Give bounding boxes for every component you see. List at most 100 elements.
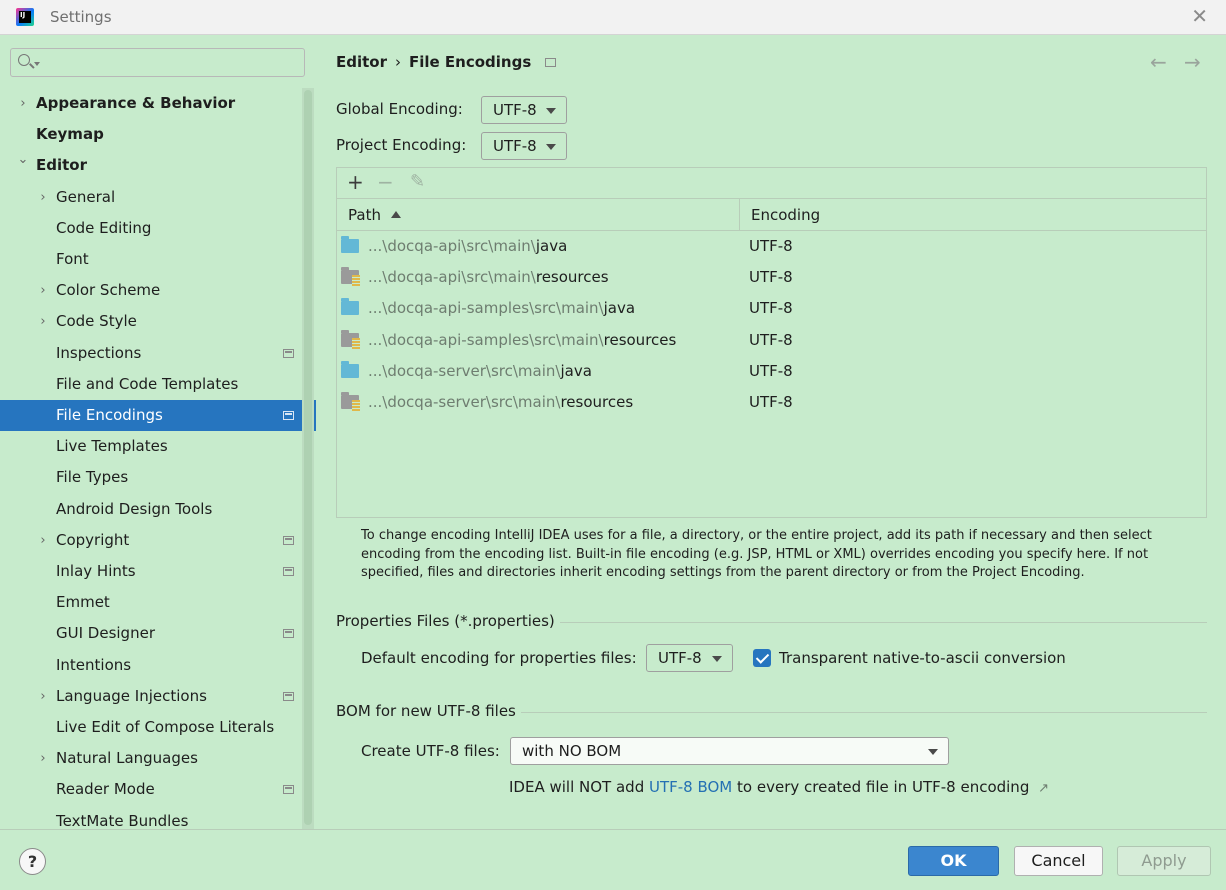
ok-button[interactable]: OK [908, 846, 999, 876]
forward-arrow-icon[interactable]: → [1184, 50, 1201, 74]
add-icon[interactable]: + [347, 172, 364, 192]
project-encoding-dropdown[interactable]: UTF-8 [481, 132, 567, 160]
transparent-conversion-label[interactable]: Transparent native-to-ascii conversion [779, 649, 1066, 667]
chevron-down-icon [712, 656, 722, 662]
chevron-right-icon[interactable]: › [16, 88, 30, 119]
remove-icon[interactable]: − [377, 172, 394, 192]
sidebar-item-label: Code Editing [56, 219, 152, 237]
path-cell: ...\docqa-api\src\main\resources [368, 262, 609, 293]
encoding-cell[interactable]: UTF-8 [749, 387, 793, 418]
sidebar-item-inlay-hints[interactable]: Inlay Hints [0, 556, 316, 587]
create-utf8-dropdown[interactable]: with NO BOM [510, 737, 949, 765]
sidebar-item-label: Editor [36, 156, 87, 174]
sidebar-item-file-encodings[interactable]: File Encodings [0, 400, 316, 431]
table-row[interactable]: ...\docqa-server\src\main\java UTF-8 [337, 356, 1206, 387]
path-prefix: ...\docqa-api\src\main\ [368, 237, 536, 255]
column-header-path-label: Path [348, 206, 381, 224]
sidebar-item-label: Live Edit of Compose Literals [56, 718, 275, 736]
chevron-right-icon[interactable]: › [36, 182, 50, 213]
sidebar-item-gui-designer[interactable]: GUI Designer [0, 618, 316, 649]
sidebar-item-intentions[interactable]: Intentions [0, 650, 316, 681]
source-folder-icon [341, 236, 359, 253]
sidebar-item-reader-mode[interactable]: Reader Mode [0, 774, 316, 805]
sidebar-item-label: Appearance & Behavior [36, 94, 236, 112]
table-row[interactable]: ...\docqa-api-samples\src\main\java UTF-8 [337, 293, 1206, 324]
breadcrumb-current: File Encodings [409, 53, 532, 71]
sidebar-item-editor[interactable]: ⌄ Editor [0, 150, 316, 181]
sidebar-item-emmet[interactable]: Emmet [0, 587, 316, 618]
project-encoding-label: Project Encoding: [336, 136, 467, 154]
encoding-cell[interactable]: UTF-8 [749, 262, 793, 293]
close-icon[interactable]: ✕ [1191, 6, 1208, 26]
edit-icon[interactable]: ✎ [410, 172, 425, 192]
search-history-dropdown-icon[interactable] [34, 62, 40, 66]
bom-section-title: BOM for new UTF-8 files [336, 702, 516, 720]
global-encoding-label: Global Encoding: [336, 100, 463, 118]
properties-default-encoding-label: Default encoding for properties files: [361, 649, 637, 667]
sidebar-item-color-scheme[interactable]: › Color Scheme [0, 275, 316, 306]
table-row[interactable]: ...\docqa-api-samples\src\main\resources… [337, 325, 1206, 356]
table-toolbar: + − ✎ [337, 168, 1206, 199]
table-row[interactable]: ...\docqa-api\src\main\resources UTF-8 [337, 262, 1206, 293]
project-level-icon [283, 411, 294, 420]
chevron-right-icon[interactable]: › [36, 306, 50, 337]
global-encoding-dropdown[interactable]: UTF-8 [481, 96, 567, 124]
help-button[interactable]: ? [19, 848, 46, 875]
path-name: resources [603, 331, 677, 349]
encoding-cell[interactable]: UTF-8 [749, 356, 793, 387]
sidebar-item-copyright[interactable]: › Copyright [0, 525, 316, 556]
sidebar-item-label: File and Code Templates [56, 375, 239, 393]
search-input[interactable] [10, 48, 305, 77]
properties-encoding-dropdown[interactable]: UTF-8 [646, 644, 733, 672]
sidebar-item-textmate-bundles[interactable]: TextMate Bundles [0, 806, 316, 829]
chevron-right-icon[interactable]: › [36, 681, 50, 712]
sidebar-item-label: Live Templates [56, 437, 168, 455]
utf8-bom-link[interactable]: UTF-8 BOM [649, 778, 732, 796]
encoding-help-text: To change encoding IntelliJ IDEA uses fo… [361, 528, 1152, 580]
intellij-idea-icon: IJ [16, 8, 34, 26]
chevron-right-icon[interactable]: › [36, 743, 50, 774]
sidebar-item-android-design-tools[interactable]: Android Design Tools [0, 494, 316, 525]
column-header-encoding[interactable]: Encoding [740, 199, 1206, 231]
encoding-cell[interactable]: UTF-8 [749, 293, 793, 324]
chevron-down-icon[interactable]: ⌄ [16, 144, 30, 175]
sidebar-item-inspections[interactable]: Inspections [0, 338, 316, 369]
sidebar-item-general[interactable]: › General [0, 182, 316, 213]
settings-sidebar: › Appearance & Behavior Keymap ⌄ Editor › Gene… [0, 36, 316, 829]
chevron-right-icon[interactable]: › [36, 275, 50, 306]
breadcrumb-separator: › [395, 53, 401, 71]
sidebar-item-live-templates[interactable]: Live Templates [0, 431, 316, 462]
sidebar-item-file-and-code-templates[interactable]: File and Code Templates [0, 369, 316, 400]
sidebar-item-file-types[interactable]: File Types [0, 462, 316, 493]
path-prefix: ...\docqa-api-samples\src\main\ [368, 331, 604, 349]
encoding-cell[interactable]: UTF-8 [749, 325, 793, 356]
sidebar-item-language-injections[interactable]: › Language Injections [0, 681, 316, 712]
resources-folder-icon [341, 330, 360, 349]
sidebar-item-label: Inspections [56, 344, 142, 362]
apply-button[interactable]: Apply [1117, 846, 1211, 876]
breadcrumb-parent[interactable]: Editor [336, 53, 387, 71]
sidebar-item-label: Natural Languages [56, 749, 198, 767]
sidebar-item-label: Color Scheme [56, 281, 161, 299]
properties-encoding-value: UTF-8 [658, 649, 702, 667]
sidebar-item-live-edit-of-compose-literals[interactable]: Live Edit of Compose Literals [0, 712, 316, 743]
table-row[interactable]: ...\docqa-server\src\main\resources UTF-8 [337, 387, 1206, 418]
sidebar-item-label: General [56, 188, 116, 206]
back-arrow-icon[interactable]: ← [1150, 50, 1167, 74]
sidebar-item-natural-languages[interactable]: › Natural Languages [0, 743, 316, 774]
column-header-path[interactable]: Path [337, 199, 740, 231]
table-row[interactable]: ...\docqa-api\src\main\java UTF-8 [337, 231, 1206, 262]
section-divider [560, 622, 1207, 623]
chevron-right-icon[interactable]: › [36, 525, 50, 556]
cancel-button[interactable]: Cancel [1014, 846, 1103, 876]
sidebar-item-font[interactable]: Font [0, 244, 316, 275]
breadcrumb: Editor › File Encodings [336, 53, 557, 71]
sidebar-item-keymap[interactable]: Keymap [0, 119, 316, 150]
sidebar-item-appearance-behavior[interactable]: › Appearance & Behavior [0, 88, 316, 119]
encoding-cell[interactable]: UTF-8 [749, 231, 793, 262]
bom-note-text: IDEA will NOT add [509, 778, 649, 796]
sidebar-scrollbar-thumb[interactable] [304, 90, 312, 825]
transparent-conversion-checkbox[interactable] [753, 649, 771, 667]
sidebar-item-code-style[interactable]: › Code Style [0, 306, 316, 337]
sidebar-item-code-editing[interactable]: Code Editing [0, 213, 316, 244]
